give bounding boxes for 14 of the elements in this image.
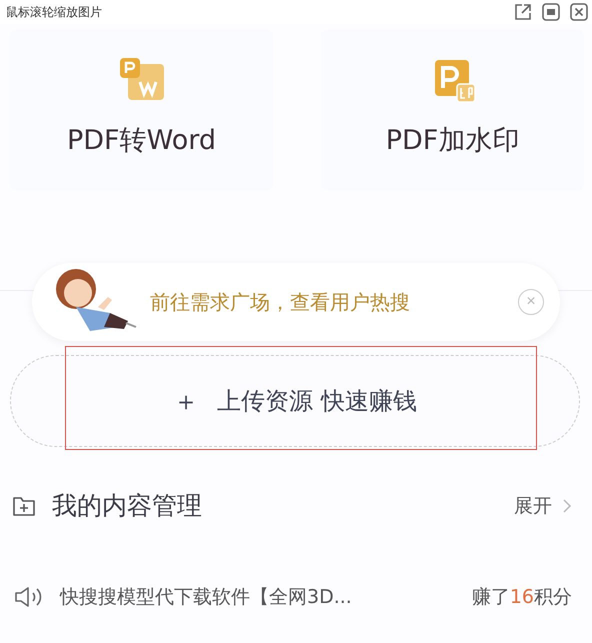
upload-button[interactable]: ＋ 上传资源 快速赚钱 — [10, 355, 580, 447]
expand-button[interactable]: 展开 — [514, 492, 572, 518]
window-title: 鼠标滚轮缩放图片 — [6, 4, 102, 20]
popout-icon[interactable] — [514, 3, 532, 21]
tool-label: PDF转Word — [66, 124, 216, 158]
tool-label: PDF加水印 — [386, 124, 520, 158]
earned-points: 赚了 16积分 — [472, 585, 572, 610]
close-icon[interactable] — [570, 3, 588, 21]
section-title: 我的内容管理 — [52, 490, 203, 522]
maximize-icon[interactable] — [542, 3, 560, 21]
chevron-icon — [562, 498, 572, 514]
folder-add-icon — [12, 494, 36, 516]
notice-text[interactable]: 快搜搜模型代下载软件【全网3D... — [60, 584, 458, 610]
prompt-text: 前往需求广场，查看用户热搜 — [149, 288, 411, 316]
